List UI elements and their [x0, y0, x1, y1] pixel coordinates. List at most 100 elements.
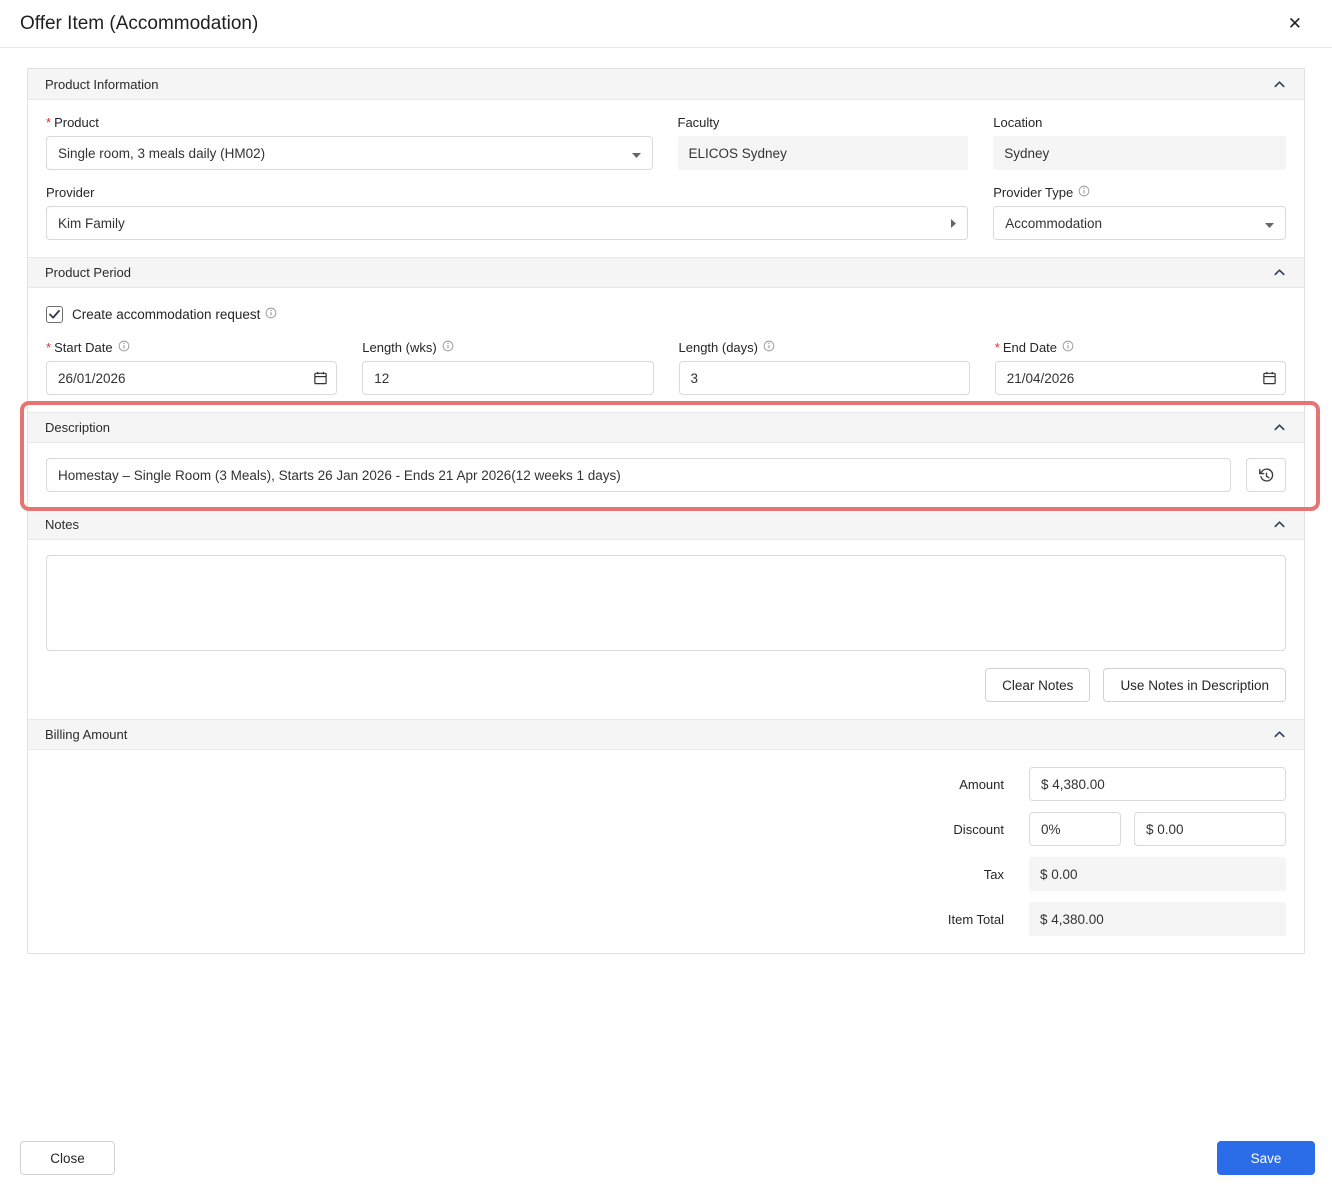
amount-input[interactable]: [1029, 767, 1286, 801]
faculty-field-group: Faculty ELICOS Sydney: [677, 115, 969, 170]
product-label-text: Product: [54, 115, 99, 130]
provider-selected-value: Kim Family: [58, 215, 125, 231]
collapse-chevron-icon[interactable]: [1272, 265, 1287, 280]
required-asterisk: *: [46, 340, 52, 355]
notes-buttons-row: Clear Notes Use Notes in Description: [46, 668, 1286, 702]
description-body: [28, 443, 1304, 509]
offer-item-form-panel: Product Information * Product Single roo…: [20, 68, 1320, 954]
product-selected-value: Single room, 3 meals daily (HM02): [58, 145, 266, 161]
calendar-icon[interactable]: [1262, 371, 1277, 386]
item-total-row: Item Total $ 4,380.00: [46, 902, 1286, 936]
notes-body: Clear Notes Use Notes in Description: [28, 540, 1304, 719]
tax-row: Tax $ 0.00: [46, 857, 1286, 891]
product-field-group: * Product Single room, 3 meals daily (HM…: [46, 115, 653, 170]
provider-type-field-group: Provider Type Accommodation: [993, 185, 1286, 240]
start-date-field-group: * Start Date: [46, 340, 338, 395]
section-header-notes[interactable]: Notes: [28, 509, 1304, 540]
offer-item-modal: Offer Item (Accommodation) ✕ Product Inf…: [0, 0, 1332, 1192]
info-icon: [118, 340, 130, 355]
length-days-label: Length (days): [679, 340, 970, 355]
faculty-label: Faculty: [677, 115, 720, 130]
location-field-group: Location Sydney: [993, 115, 1286, 170]
info-icon: [763, 340, 775, 355]
modal-title: Offer Item (Accommodation): [20, 12, 259, 34]
length-days-label-text: Length (days): [678, 340, 759, 355]
end-date-field-group: * End Date: [994, 340, 1286, 395]
end-date-input[interactable]: [994, 361, 1286, 395]
create-accommodation-request-checkbox[interactable]: [46, 306, 63, 323]
clear-notes-button[interactable]: Clear Notes: [985, 668, 1091, 702]
use-notes-in-description-button[interactable]: Use Notes in Description: [1103, 668, 1286, 702]
length-wks-label-text: Length (wks): [362, 340, 437, 355]
length-wks-input[interactable]: [362, 361, 654, 395]
provider-type-label-text: Provider Type: [993, 185, 1074, 200]
product-select[interactable]: Single room, 3 meals daily (HM02): [46, 136, 653, 170]
discount-row: Discount: [46, 812, 1286, 846]
tax-label: Tax: [983, 866, 1004, 882]
info-icon: [442, 340, 454, 355]
faculty-value: ELICOS Sydney: [677, 136, 969, 170]
section-product-information: Product Information * Product Single roo…: [28, 69, 1304, 257]
close-icon[interactable]: ✕: [1284, 11, 1306, 36]
product-period-body: Create accommodation request * Start Dat…: [28, 288, 1304, 412]
product-information-body: * Product Single room, 3 meals daily (HM…: [28, 100, 1304, 257]
history-icon: [1258, 467, 1273, 482]
required-asterisk: *: [994, 340, 1000, 355]
start-date-label-text: Start Date: [54, 340, 113, 355]
description-input[interactable]: [46, 458, 1231, 492]
section-title-product-period: Product Period: [45, 265, 131, 280]
close-button[interactable]: Close: [20, 1141, 115, 1175]
section-product-period: Product Period Create accommodation requ…: [28, 257, 1304, 412]
caret-right-icon: [951, 216, 957, 231]
save-button[interactable]: Save: [1217, 1141, 1315, 1175]
modal-footer: Close Save: [0, 1141, 1332, 1192]
required-asterisk: *: [46, 115, 52, 130]
info-icon: [1078, 185, 1090, 200]
section-description: Description: [20, 401, 1320, 511]
amount-row: Amount: [46, 767, 1286, 801]
discount-percent-input[interactable]: [1029, 812, 1121, 846]
modal-header: Offer Item (Accommodation) ✕: [0, 0, 1332, 48]
length-days-field-group: Length (days): [678, 340, 970, 395]
product-label: * Product: [46, 115, 653, 130]
calendar-icon[interactable]: [313, 371, 328, 386]
section-title-billing-amount: Billing Amount: [45, 727, 128, 742]
regenerate-description-button[interactable]: [1246, 458, 1286, 492]
collapse-chevron-icon[interactable]: [1272, 727, 1287, 742]
section-header-product-information[interactable]: Product Information: [28, 69, 1304, 100]
location-label: Location: [993, 115, 1043, 130]
provider-type-label: Provider Type: [993, 185, 1286, 200]
start-date-label: * Start Date: [46, 340, 337, 355]
section-header-description[interactable]: Description: [28, 412, 1304, 443]
caret-down-icon: [1264, 216, 1274, 231]
section-billing-amount: Billing Amount Amount Discount Tax $ 0.: [28, 719, 1304, 953]
section-header-billing-amount[interactable]: Billing Amount: [28, 719, 1304, 750]
provider-label: Provider: [46, 185, 95, 200]
notes-textarea[interactable]: [46, 555, 1286, 651]
info-icon: [265, 307, 277, 322]
collapse-chevron-icon[interactable]: [1272, 517, 1287, 532]
provider-type-selected-value: Accommodation: [1005, 215, 1103, 231]
billing-amount-body: Amount Discount Tax $ 0.00 Item Total $ …: [28, 750, 1304, 953]
section-title-notes: Notes: [45, 517, 79, 532]
length-wks-field-group: Length (wks): [362, 340, 654, 395]
provider-type-select[interactable]: Accommodation: [993, 206, 1286, 240]
discount-amount-input[interactable]: [1134, 812, 1286, 846]
length-days-input[interactable]: [678, 361, 970, 395]
section-notes: Notes Clear Notes Use Notes in Descripti…: [28, 509, 1304, 719]
caret-down-icon: [631, 146, 641, 161]
item-total-value: $ 4,380.00: [1029, 902, 1286, 936]
tax-value: $ 0.00: [1029, 857, 1286, 891]
start-date-input[interactable]: [46, 361, 338, 395]
length-wks-label: Length (wks): [362, 340, 653, 355]
create-accommodation-request-label: Create accommodation request: [72, 307, 277, 322]
section-title-description: Description: [45, 420, 111, 435]
section-header-product-period[interactable]: Product Period: [28, 257, 1304, 288]
provider-select[interactable]: Kim Family: [46, 206, 969, 240]
create-accommodation-request-label-text: Create accommodation request: [72, 307, 261, 322]
collapse-chevron-icon[interactable]: [1272, 77, 1287, 92]
item-total-label: Item Total: [947, 911, 1004, 927]
amount-label: Amount: [959, 776, 1004, 792]
location-value: Sydney: [993, 136, 1286, 170]
collapse-chevron-icon[interactable]: [1272, 420, 1287, 435]
